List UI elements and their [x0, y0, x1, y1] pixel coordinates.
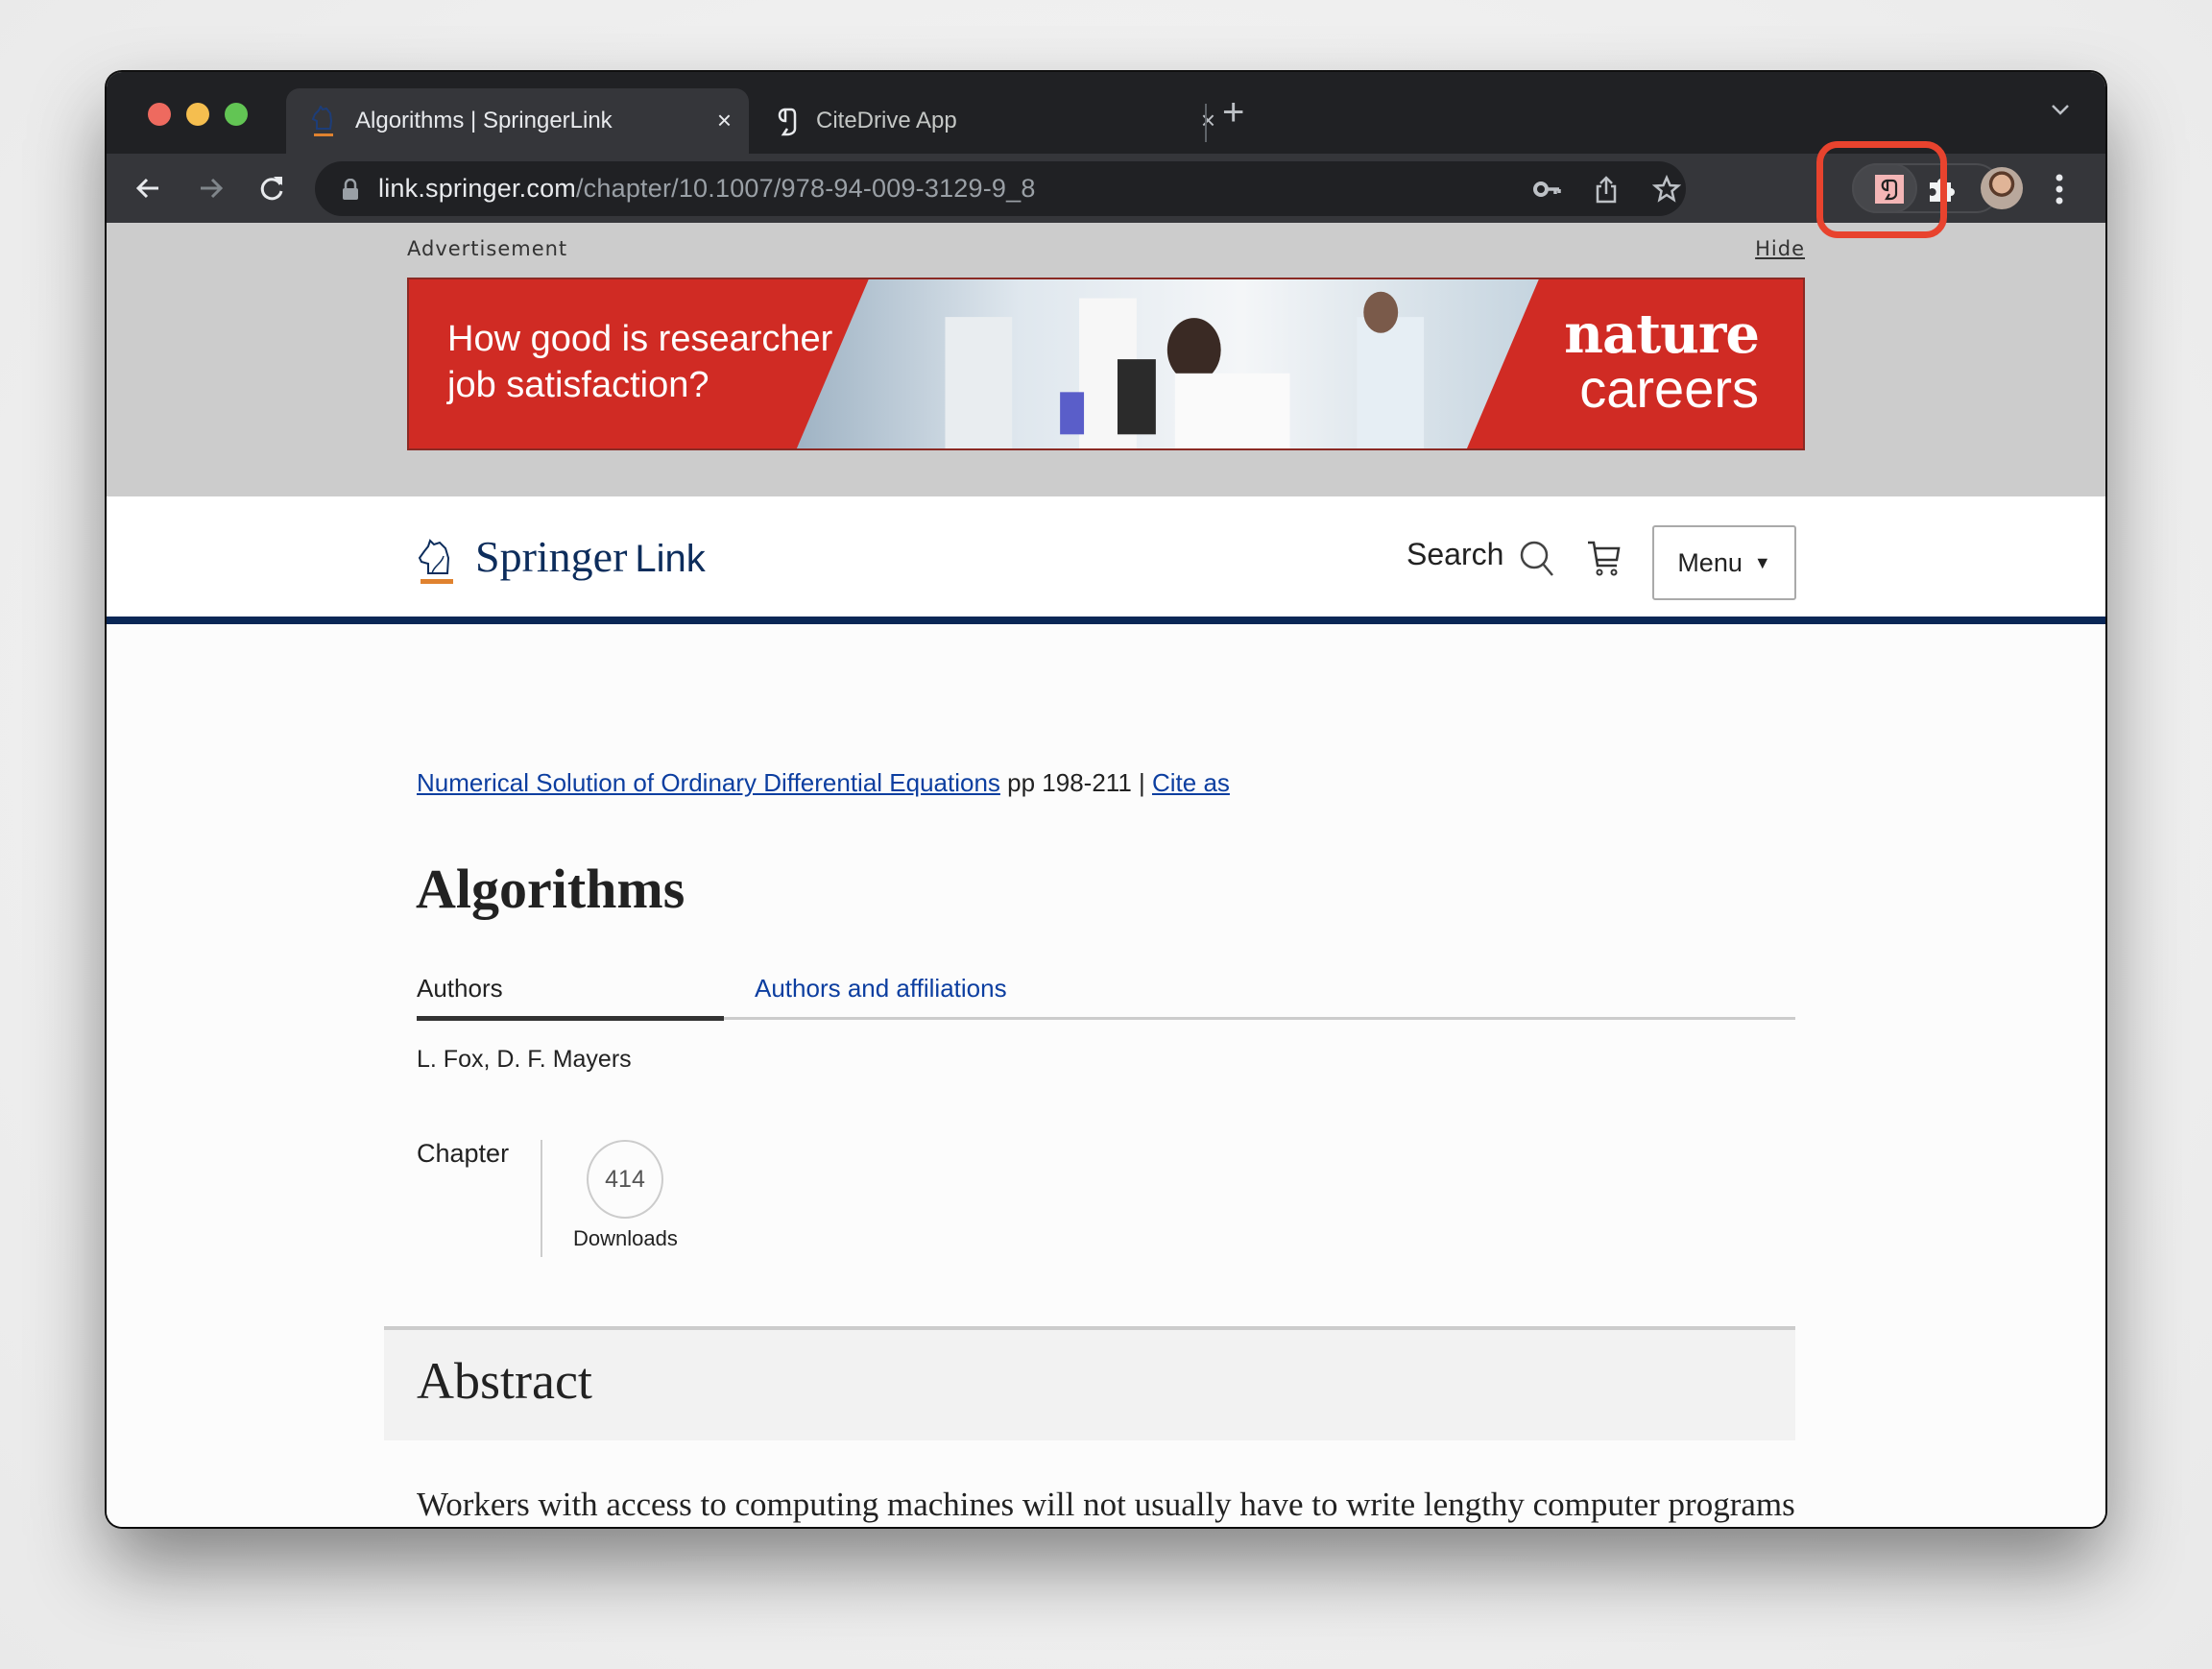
- menu-label: Menu: [1677, 547, 1743, 577]
- nature-careers-ad-banner[interactable]: How good is researcher job satisfaction?…: [407, 278, 1805, 450]
- downloads-count-badge: 414: [587, 1140, 663, 1219]
- metrics-divider: [541, 1140, 542, 1257]
- logo-link: Link: [635, 538, 706, 580]
- caret-down-icon: ▼: [1753, 552, 1771, 572]
- tab-springerlink[interactable]: Algorithms | SpringerLink ×: [286, 88, 749, 154]
- tab-citedrive[interactable]: CiteDrive App ×: [749, 88, 1229, 154]
- page-title: Algorithms: [416, 858, 685, 920]
- logo-springer: Springer: [475, 532, 628, 581]
- tab-authors[interactable]: Authors: [417, 974, 503, 1004]
- close-tab-icon[interactable]: ×: [717, 106, 732, 134]
- tab-strip: Algorithms | SpringerLink × CiteDrive Ap…: [107, 72, 2105, 154]
- springer-horse-icon: [311, 106, 333, 136]
- downloads-label: Downloads: [573, 1226, 678, 1250]
- breadcrumb: Numerical Solution of Ordinary Different…: [417, 768, 1230, 798]
- password-key-icon[interactable]: [1532, 175, 1561, 204]
- url-path: /chapter/10.1007/978-94-009-3129-9_8: [575, 174, 1036, 203]
- tab-authors-and-affiliations[interactable]: Authors and affiliations: [755, 974, 1007, 1004]
- page-content: Advertisement Hide How good is researche…: [107, 223, 2105, 1527]
- address-bar[interactable]: link.springer.com/chapter/10.1007/978-94…: [315, 161, 1686, 216]
- abstract-section-header: Abstract: [384, 1326, 1795, 1440]
- cite-as-link[interactable]: Cite as: [1152, 768, 1230, 797]
- advertisement-region: Advertisement Hide How good is researche…: [107, 223, 2105, 496]
- more-menu-icon[interactable]: [2056, 173, 2063, 206]
- extensions-puzzle-icon[interactable]: [1926, 175, 1959, 204]
- bookmark-star-icon[interactable]: [1652, 175, 1681, 204]
- search-icon[interactable]: [1518, 539, 1556, 577]
- reload-icon[interactable]: [254, 171, 289, 206]
- citedrive-extension-icon[interactable]: [1875, 175, 1904, 204]
- citedrive-icon: [778, 108, 797, 136]
- abstract-paragraph: Workers with access to computing machine…: [417, 1486, 1795, 1523]
- book-title-link[interactable]: Numerical Solution of Ordinary Different…: [417, 768, 1000, 797]
- advertisement-label: Advertisement: [407, 237, 568, 260]
- menu-button[interactable]: Menu ▼: [1652, 525, 1796, 600]
- lock-icon[interactable]: [342, 179, 359, 200]
- abstract-heading: Abstract: [417, 1352, 592, 1410]
- profile-avatar[interactable]: [1981, 167, 2023, 209]
- citedrive-glyph-icon: [1881, 179, 1898, 201]
- author-tabs: Authors Authors and affiliations: [417, 974, 1795, 1022]
- page-range: pp 198-211 |: [999, 768, 1152, 797]
- content-type-label: Chapter: [417, 1139, 510, 1168]
- close-window-button[interactable]: [148, 103, 171, 126]
- tab-title: Algorithms | SpringerLink: [355, 108, 613, 133]
- url-host: link.springer.com: [378, 174, 576, 203]
- site-header: Springer Link Search Menu ▼: [107, 496, 2105, 617]
- cart-icon[interactable]: [1585, 539, 1623, 577]
- hide-ad-link[interactable]: Hide: [1755, 237, 1805, 260]
- search-link[interactable]: Search: [1407, 537, 1503, 572]
- header-divider: [107, 617, 2105, 624]
- url-text[interactable]: link.springer.com/chapter/10.1007/978-94…: [378, 174, 1036, 204]
- forward-arrow-icon[interactable]: [193, 171, 228, 206]
- back-arrow-icon[interactable]: [132, 171, 166, 206]
- author-list: L. Fox, D. F. Mayers: [417, 1046, 632, 1073]
- browser-window: Algorithms | SpringerLink × CiteDrive Ap…: [107, 72, 2105, 1527]
- share-icon[interactable]: [1592, 175, 1621, 204]
- minimize-window-button[interactable]: [186, 103, 209, 126]
- new-tab-button[interactable]: +: [1222, 93, 1244, 132]
- browser-toolbar: link.springer.com/chapter/10.1007/978-94…: [107, 154, 2105, 223]
- ad-headline-line2: job satisfaction?: [447, 365, 709, 405]
- zoom-window-button[interactable]: [225, 103, 248, 126]
- tab-title: CiteDrive App: [816, 108, 957, 133]
- tab-search-chevron-icon[interactable]: [2050, 99, 2071, 120]
- ad-brand-nature: nature: [1564, 302, 1760, 366]
- ad-headline-line1: How good is researcher: [447, 319, 833, 359]
- tab-separator: [1205, 104, 1207, 142]
- springer-horse-logo-icon[interactable]: [417, 539, 457, 587]
- springerlink-logo[interactable]: Springer Link: [475, 531, 706, 582]
- active-tab-indicator: [417, 1016, 724, 1021]
- ad-headline: How good is researcher job satisfaction?: [447, 316, 832, 408]
- ad-brand-careers: careers: [1579, 358, 1759, 419]
- close-tab-icon[interactable]: ×: [1201, 106, 1215, 134]
